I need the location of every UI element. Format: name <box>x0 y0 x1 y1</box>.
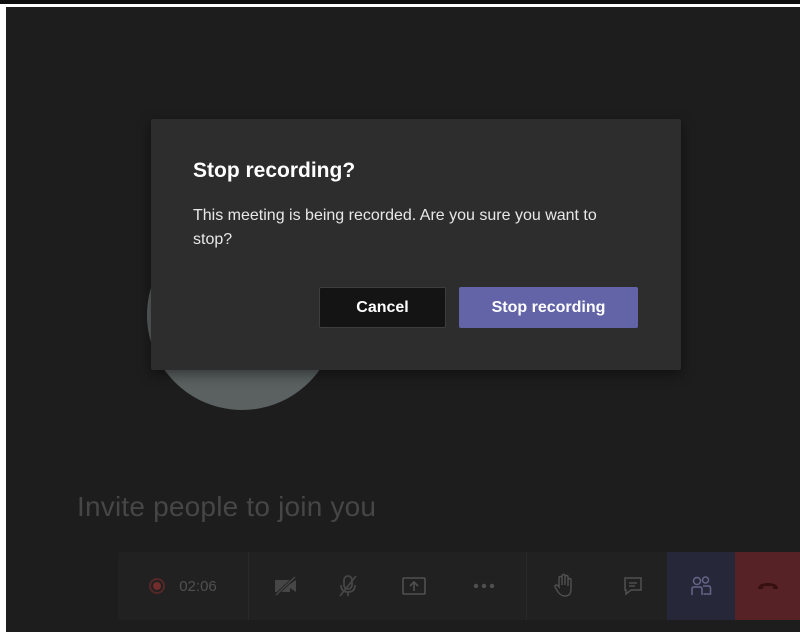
window-top-edge <box>0 0 800 7</box>
stop-recording-button[interactable]: Stop recording <box>459 287 638 328</box>
screen: Invite people to join you 02:06 Stop rec… <box>0 0 800 632</box>
dialog-message: This meeting is being recorded. Are you … <box>193 207 597 248</box>
stop-recording-dialog: Stop recording? This meeting is being re… <box>151 119 681 370</box>
dialog-title: Stop recording? <box>193 159 356 182</box>
cancel-button[interactable]: Cancel <box>319 287 446 328</box>
window-top-border <box>0 0 800 4</box>
